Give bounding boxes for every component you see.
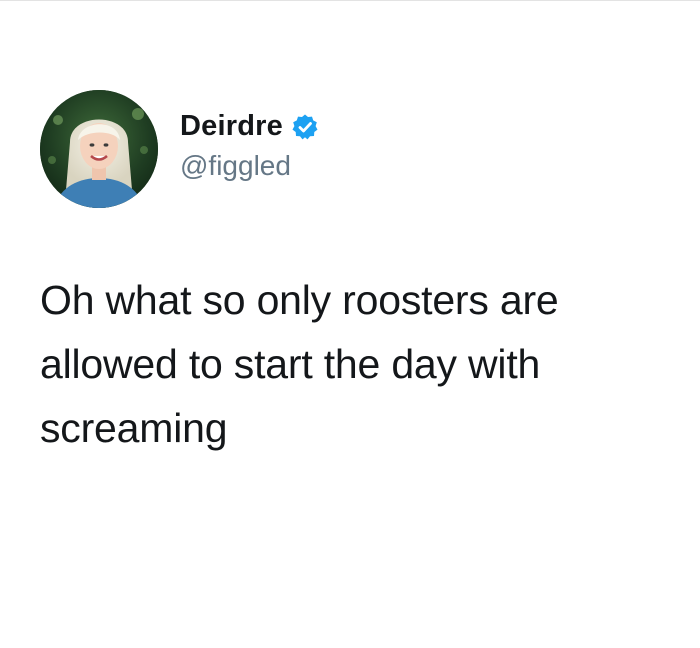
author-avatar[interactable] [40,90,158,208]
author-handle[interactable]: @figgled [180,150,291,182]
verified-badge-icon [291,113,319,141]
author-name-row: Deirdre [180,110,319,143]
avatar-photo-icon [40,90,158,208]
tweet-text: Oh what so only roosters are allowed to … [40,277,559,451]
author-display-name[interactable]: Deirdre [180,110,283,143]
tweet-card: Deirdre @figgled Oh what so only rooster… [0,0,700,648]
